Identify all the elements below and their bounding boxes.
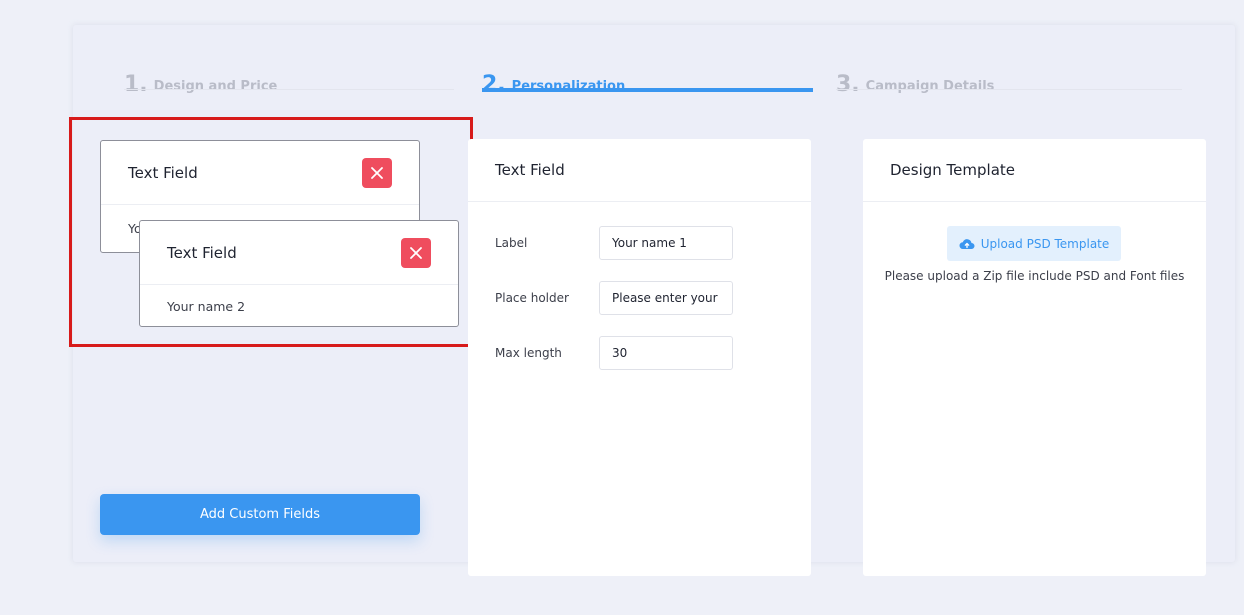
label-field-label: Label (495, 236, 528, 250)
text-field-settings-card: Text Field Label Place holder Max length (468, 139, 811, 576)
highlight-box (69, 117, 473, 347)
upload-note: Please upload a Zip file include PSD and… (884, 269, 1185, 283)
upload-psd-template-button[interactable]: Upload PSD Template (947, 226, 1121, 261)
step-underline (836, 89, 1182, 90)
step-label: Campaign Details (865, 79, 995, 94)
add-custom-fields-button[interactable]: Add Custom Fields (100, 494, 420, 535)
design-template-card: Design Template Upload PSD Template Plea… (863, 139, 1206, 576)
card-title: Text Field (468, 139, 811, 202)
step-underline (124, 89, 454, 90)
step-campaign-details[interactable]: 3. Campaign Details (836, 56, 994, 96)
step-underline-active (482, 88, 813, 92)
upload-button-label: Upload PSD Template (980, 236, 1110, 251)
step-number: 1. (124, 72, 148, 97)
card-title: Design Template (863, 139, 1206, 202)
label-input[interactable] (599, 226, 733, 260)
max-length-field-label: Max length (495, 346, 562, 360)
placeholder-row: Place holder (495, 281, 733, 315)
max-length-row: Max length (495, 336, 733, 370)
label-row: Label (495, 226, 733, 260)
step-number: 2. (482, 72, 506, 97)
placeholder-input[interactable] (599, 281, 733, 315)
step-number: 3. (836, 72, 860, 97)
max-length-input[interactable] (599, 336, 733, 370)
placeholder-field-label: Place holder (495, 291, 569, 305)
cloud-upload-icon (959, 238, 975, 249)
step-design-and-price[interactable]: 1. Design and Price (124, 56, 277, 96)
step-label: Design and Price (153, 79, 278, 94)
